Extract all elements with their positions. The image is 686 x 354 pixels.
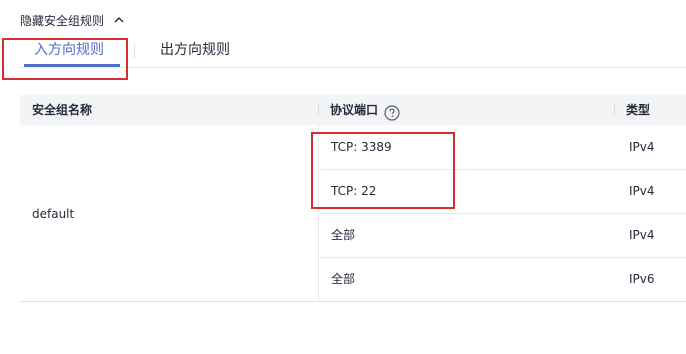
hide-rules-toggle[interactable]: 隐藏安全组规则 <box>20 11 126 29</box>
table-header: 安全组名称 协议端口 类型 <box>20 95 686 125</box>
column-header-protocol-port-label: 协议端口 <box>330 103 379 117</box>
type-cell: IPv4 <box>629 228 655 242</box>
chevron-up-icon <box>112 13 126 27</box>
type-cell: IPv4 <box>629 184 655 198</box>
header-divider <box>614 103 615 117</box>
security-group-rules-panel: 隐藏安全组规则 入方向规则 出方向规则 安全组名称 协议端口 类型 defaul… <box>0 0 686 354</box>
column-header-group-name: 安全组名称 <box>32 103 93 117</box>
header-divider <box>318 103 319 117</box>
column-header-type: 类型 <box>626 103 651 117</box>
type-cell: IPv6 <box>629 272 655 286</box>
highlight-box-tcp-rules <box>311 132 455 209</box>
column-header-protocol-port: 协议端口 <box>330 95 400 125</box>
protocol-port-cell: 全部 <box>331 228 356 242</box>
highlight-box-inbound-tab <box>2 38 128 80</box>
question-circle-icon[interactable] <box>384 102 400 121</box>
tab-outbound-rules[interactable]: 出方向规则 <box>160 39 230 61</box>
tab-separator <box>134 44 135 58</box>
table-row: 全部 IPv4 <box>318 213 686 257</box>
table-bottom-border <box>20 301 686 302</box>
security-group-name-cell: default <box>32 207 75 221</box>
hide-rules-label: 隐藏安全组规则 <box>20 13 105 28</box>
type-cell: IPv4 <box>629 140 655 154</box>
protocol-port-cell: 全部 <box>331 272 356 286</box>
table-row: 全部 IPv6 <box>318 257 686 301</box>
